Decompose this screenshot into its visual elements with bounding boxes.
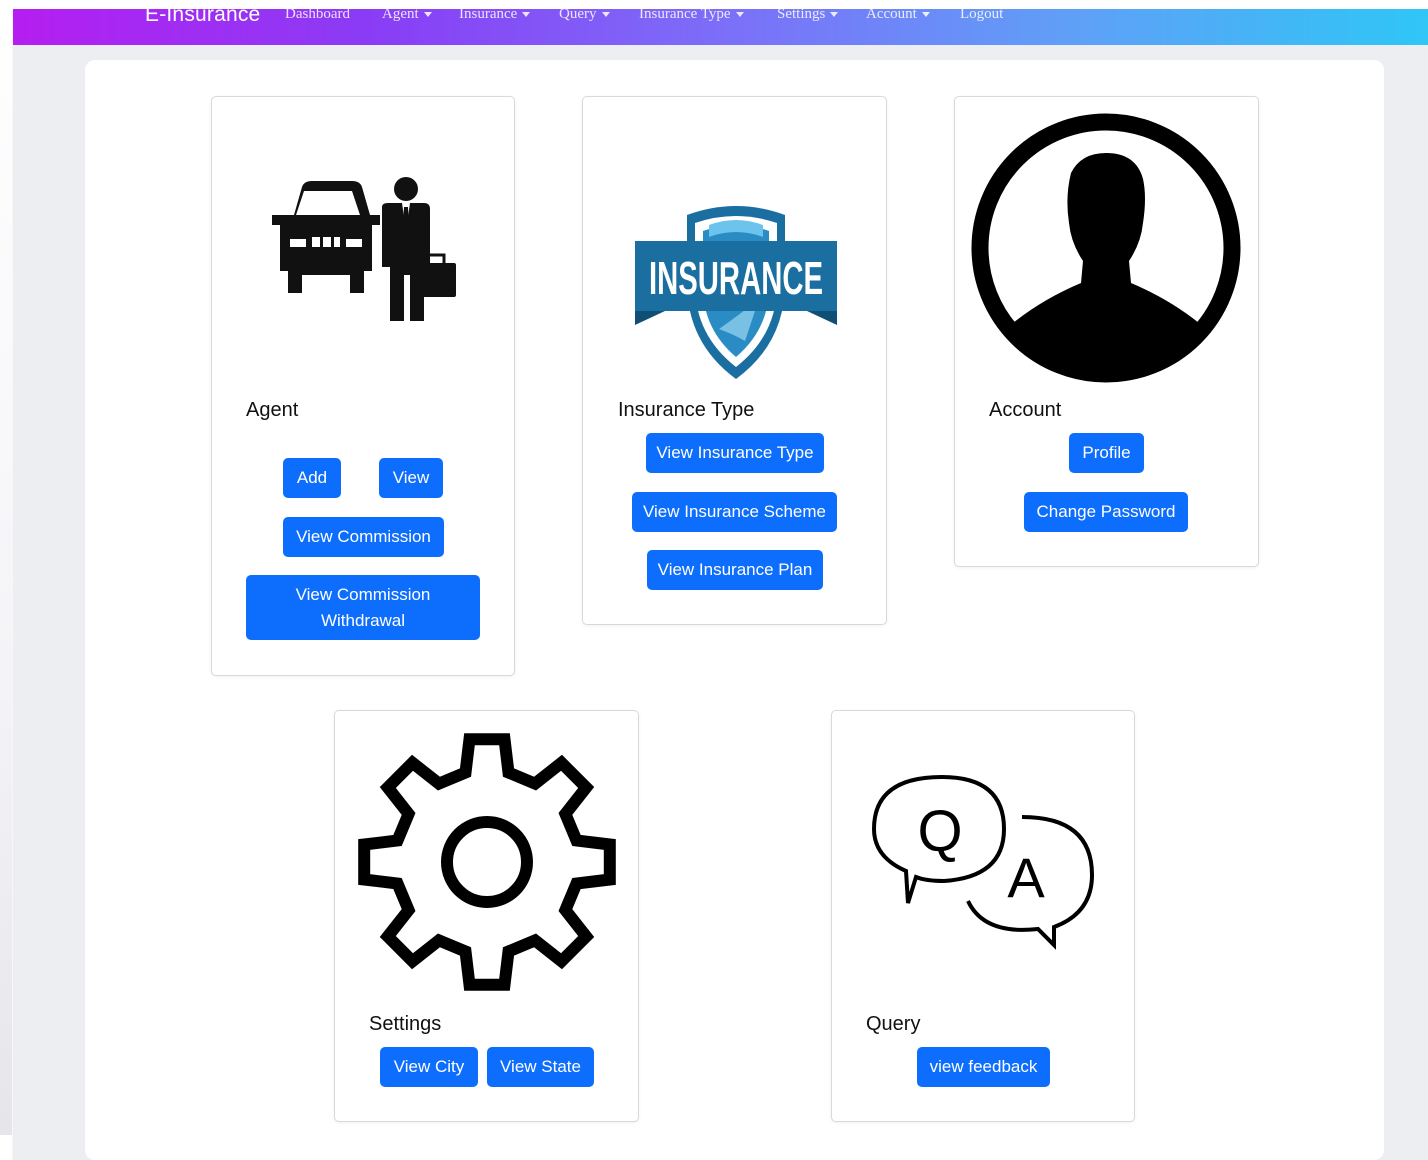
insurance-type-title: Insurance Type bbox=[618, 399, 755, 421]
profile-button[interactable]: Profile bbox=[1069, 433, 1144, 473]
q-letter: Q bbox=[917, 799, 962, 864]
nav-query-label: Query bbox=[559, 9, 597, 22]
chevron-down-icon bbox=[522, 12, 531, 18]
view-city-button[interactable]: View City bbox=[380, 1047, 478, 1087]
nav-agent[interactable]: Agent bbox=[382, 9, 432, 23]
nav-account-label: Account bbox=[866, 9, 917, 22]
gear-hub bbox=[441, 816, 533, 908]
gear-icon bbox=[358, 733, 616, 991]
agent-card: Agent Add View View Commission View Comm… bbox=[211, 96, 515, 676]
nav-dashboard[interactable]: Dashboard bbox=[285, 9, 350, 23]
user-avatar-icon bbox=[971, 113, 1241, 383]
brand-logo[interactable]: E-Insurance bbox=[145, 9, 260, 27]
account-title: Account bbox=[989, 399, 1062, 421]
account-card: Account Profile Change Password bbox=[954, 96, 1259, 567]
nav-logout[interactable]: Logout bbox=[960, 9, 1003, 23]
withdrawal-label-line2: Withdrawal bbox=[320, 610, 406, 630]
view-commission-withdrawal-button[interactable]: View Commission Withdrawal bbox=[246, 575, 480, 640]
insurance-shield-icon: INSURANCE bbox=[635, 206, 837, 379]
qa-chat-icon: Q A bbox=[871, 774, 1095, 950]
view-agent-button[interactable]: View bbox=[379, 458, 443, 498]
chevron-down-icon bbox=[423, 12, 432, 18]
window-left-edge bbox=[0, 0, 12, 1135]
nav-settings[interactable]: Settings bbox=[777, 9, 839, 23]
nav-account[interactable]: Account bbox=[866, 9, 930, 23]
car-agent-icon bbox=[272, 177, 456, 321]
nav-agent-label: Agent bbox=[382, 9, 419, 22]
query-card: Q A Query view feedback bbox=[831, 710, 1135, 1122]
withdrawal-label-line1: View Commission bbox=[295, 584, 431, 604]
nav-settings-label: Settings bbox=[777, 9, 826, 22]
nav-insurance-type[interactable]: Insurance Type bbox=[639, 9, 744, 23]
view-feedback-button[interactable]: view feedback bbox=[917, 1047, 1050, 1087]
agent-title: Agent bbox=[246, 399, 299, 421]
view-insurance-scheme-button[interactable]: View Insurance Scheme bbox=[632, 492, 837, 532]
view-commission-button[interactable]: View Commission bbox=[283, 517, 444, 557]
nav-insurance-label: Insurance bbox=[459, 9, 518, 22]
a-letter: A bbox=[1007, 846, 1045, 909]
insurance-logo-text: INSURANCE bbox=[649, 252, 823, 304]
view-insurance-type-button[interactable]: View Insurance Type bbox=[646, 433, 824, 473]
nav-logout-label: Logout bbox=[960, 9, 1004, 22]
chevron-down-icon bbox=[830, 12, 839, 18]
query-title: Query bbox=[866, 1013, 921, 1035]
chevron-down-icon bbox=[921, 12, 930, 18]
nav-insurance-type-label: Insurance Type bbox=[639, 9, 731, 22]
settings-card: Settings View City View State bbox=[334, 710, 639, 1122]
chevron-down-icon bbox=[601, 12, 610, 18]
settings-title: Settings bbox=[369, 1013, 442, 1035]
chevron-down-icon bbox=[735, 12, 744, 18]
nav-query[interactable]: Query bbox=[559, 9, 610, 23]
insurance-type-card: INSURANCE Insurance Type View Insurance … bbox=[582, 96, 887, 625]
view-state-button[interactable]: View State bbox=[487, 1047, 594, 1087]
add-agent-button[interactable]: Add bbox=[283, 458, 341, 498]
view-insurance-plan-button[interactable]: View Insurance Plan bbox=[647, 550, 823, 590]
change-password-button[interactable]: Change Password bbox=[1024, 492, 1188, 532]
nav-insurance[interactable]: Insurance bbox=[459, 9, 531, 23]
window-top-edge bbox=[0, 0, 1428, 9]
top-navbar: E-Insurance Dashboard Agent Insurance Qu… bbox=[13, 9, 1428, 45]
nav-dashboard-label: Dashboard bbox=[285, 9, 350, 22]
